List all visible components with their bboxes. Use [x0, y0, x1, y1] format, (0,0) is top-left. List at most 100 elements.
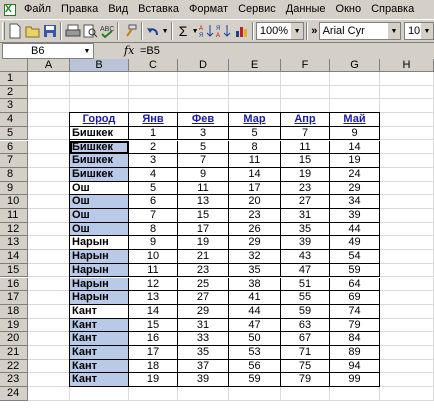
value-cell[interactable]: 39 — [330, 209, 380, 223]
value-cell[interactable]: 35 — [281, 222, 330, 237]
autosum-icon[interactable]: Σ — [175, 21, 192, 41]
cell-A4[interactable] — [28, 113, 70, 127]
city-cell[interactable]: Ош — [70, 209, 129, 223]
cell-A1[interactable] — [28, 72, 70, 86]
city-cell[interactable]: Бишкек — [70, 126, 129, 141]
value-cell[interactable]: 31 — [178, 318, 229, 333]
value-cell[interactable]: 54 — [330, 250, 380, 264]
cell-A5[interactable] — [28, 126, 70, 141]
row-header-16[interactable]: 16 — [0, 277, 28, 292]
row-header-1[interactable]: 1 — [0, 72, 28, 86]
city-cell[interactable]: Кант — [70, 373, 129, 388]
cell-B24[interactable] — [70, 387, 129, 401]
value-cell[interactable]: 24 — [330, 167, 380, 182]
value-cell[interactable]: 38 — [229, 277, 281, 292]
value-cell[interactable]: 63 — [281, 318, 330, 333]
value-cell[interactable]: 14 — [129, 304, 178, 319]
city-cell[interactable]: Нарын — [70, 291, 129, 305]
value-cell[interactable]: 27 — [178, 291, 229, 305]
value-cell[interactable]: 14 — [330, 140, 380, 155]
menu-view[interactable]: Вид — [103, 0, 133, 19]
value-cell[interactable]: 14 — [229, 167, 281, 182]
value-cell[interactable]: 79 — [281, 373, 330, 388]
value-cell[interactable]: 74 — [330, 304, 380, 319]
cell-A7[interactable] — [28, 154, 70, 168]
chevron-down-icon[interactable]: ▼ — [419, 23, 433, 39]
city-cell[interactable]: Ош — [70, 222, 129, 237]
cell-E24[interactable] — [229, 387, 281, 401]
value-cell[interactable]: 11 — [281, 140, 330, 155]
row-header-17[interactable]: 17 — [0, 291, 28, 305]
value-cell[interactable]: 43 — [281, 250, 330, 264]
excel-doc-icon[interactable]: X — [3, 3, 17, 17]
cell-A21[interactable] — [28, 346, 70, 360]
open-icon[interactable] — [24, 21, 41, 41]
value-cell[interactable]: 19 — [178, 236, 229, 251]
toolbar-grip[interactable] — [2, 22, 5, 40]
value-cell[interactable]: 37 — [178, 359, 229, 374]
value-cell[interactable]: 94 — [330, 359, 380, 374]
cell-A24[interactable] — [28, 387, 70, 401]
cell-F24[interactable] — [281, 387, 330, 401]
value-cell[interactable]: 32 — [229, 250, 281, 264]
cell-H23[interactable] — [380, 373, 434, 388]
cell-H12[interactable] — [380, 222, 434, 237]
cell-H6[interactable] — [380, 140, 434, 155]
value-cell[interactable]: 69 — [330, 291, 380, 305]
value-cell[interactable]: 89 — [330, 346, 380, 360]
value-cell[interactable]: 47 — [281, 263, 330, 278]
value-cell[interactable]: 9 — [129, 236, 178, 251]
cell-H19[interactable] — [380, 318, 434, 333]
value-cell[interactable]: 29 — [229, 236, 281, 251]
value-cell[interactable]: 11 — [229, 154, 281, 168]
table-header-cell[interactable]: Фев — [178, 113, 229, 127]
row-header-9[interactable]: 9 — [0, 181, 28, 196]
value-cell[interactable]: 21 — [178, 250, 229, 264]
cell-A12[interactable] — [28, 222, 70, 237]
value-cell[interactable]: 9 — [330, 126, 380, 141]
value-cell[interactable]: 5 — [129, 181, 178, 196]
value-cell[interactable]: 29 — [178, 304, 229, 319]
cell-H5[interactable] — [380, 126, 434, 141]
value-cell[interactable]: 79 — [330, 318, 380, 333]
value-cell[interactable]: 11 — [129, 263, 178, 278]
cell-A23[interactable] — [28, 373, 70, 388]
cell-H7[interactable] — [380, 154, 434, 168]
column-header-B[interactable]: B — [70, 59, 129, 72]
cell-G2[interactable] — [330, 85, 380, 100]
value-cell[interactable]: 41 — [229, 291, 281, 305]
value-cell[interactable]: 39 — [281, 236, 330, 251]
zoom-select[interactable]: 100% ▼ — [255, 22, 305, 40]
value-cell[interactable]: 4 — [129, 167, 178, 182]
value-cell[interactable]: 23 — [281, 181, 330, 196]
value-cell[interactable]: 59 — [281, 304, 330, 319]
row-header-7[interactable]: 7 — [0, 154, 28, 168]
value-cell[interactable]: 5 — [229, 126, 281, 141]
row-header-19[interactable]: 19 — [0, 318, 28, 333]
menu-window[interactable]: Окно — [331, 0, 367, 19]
value-cell[interactable]: 13 — [178, 195, 229, 209]
cell-A6[interactable] — [28, 140, 70, 155]
menu-insert[interactable]: Вставка — [133, 0, 184, 19]
cell-A15[interactable] — [28, 263, 70, 278]
cell-H3[interactable] — [380, 99, 434, 114]
value-cell[interactable]: 20 — [229, 195, 281, 209]
row-header-5[interactable]: 5 — [0, 126, 28, 141]
cell-E2[interactable] — [229, 85, 281, 100]
cell-A13[interactable] — [28, 236, 70, 251]
row-header-18[interactable]: 18 — [0, 304, 28, 319]
value-cell[interactable]: 18 — [129, 359, 178, 374]
value-cell[interactable]: 7 — [129, 209, 178, 223]
cell-A18[interactable] — [28, 304, 70, 319]
cell-C24[interactable] — [129, 387, 178, 401]
row-header-13[interactable]: 13 — [0, 236, 28, 251]
value-cell[interactable]: 8 — [129, 222, 178, 237]
value-cell[interactable]: 49 — [330, 236, 380, 251]
undo-icon[interactable] — [145, 21, 162, 41]
autosum-dropdown-icon[interactable]: ▼ — [192, 28, 199, 35]
value-cell[interactable]: 3 — [178, 126, 229, 141]
value-cell[interactable]: 23 — [229, 209, 281, 223]
value-cell[interactable]: 19 — [330, 154, 380, 168]
menu-data[interactable]: Данные — [281, 0, 331, 19]
value-cell[interactable]: 16 — [129, 332, 178, 346]
